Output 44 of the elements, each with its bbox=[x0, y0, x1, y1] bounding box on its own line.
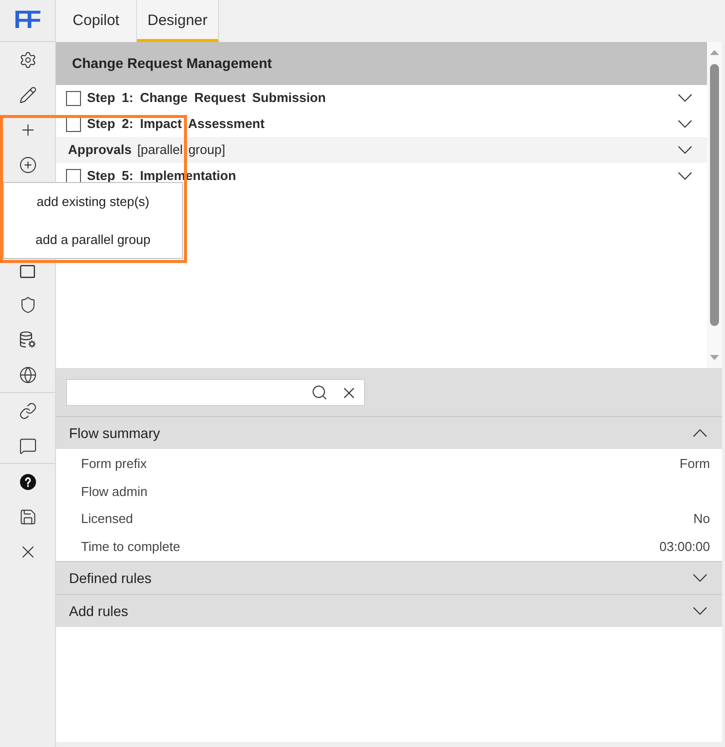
chevron-down-icon[interactable] bbox=[678, 120, 692, 128]
tab[interactable]: Copilot bbox=[56, 0, 137, 42]
section-title: Flow summary bbox=[69, 424, 160, 443]
help-icon[interactable] bbox=[20, 474, 36, 490]
pencil-icon[interactable] bbox=[18, 86, 36, 104]
property-label: Flow admin bbox=[81, 482, 148, 500]
save-icon[interactable] bbox=[18, 508, 36, 526]
menu-item[interactable]: add a parallel group bbox=[4, 220, 182, 258]
property-value: 03:00:00 bbox=[659, 538, 710, 556]
settings-icon[interactable] bbox=[18, 50, 36, 68]
search-field[interactable] bbox=[66, 379, 365, 406]
step-label[interactable]: Step 1: Change Request Submission bbox=[87, 88, 326, 108]
scrollbar[interactable] bbox=[707, 42, 722, 368]
plus-circle-icon[interactable] bbox=[18, 156, 36, 174]
app-logo: FF bbox=[14, 8, 40, 33]
chevron-down-icon[interactable] bbox=[693, 574, 707, 582]
chevron-down-icon[interactable] bbox=[678, 146, 692, 154]
property-label: Licensed bbox=[81, 510, 134, 528]
property-label: Time to complete bbox=[81, 538, 180, 556]
rectangle-icon[interactable] bbox=[20, 264, 35, 278]
chevron-up-icon[interactable] bbox=[693, 429, 707, 437]
tab[interactable]: Designer bbox=[137, 0, 219, 42]
speech-bubble-icon[interactable] bbox=[18, 436, 36, 454]
database-gear-icon[interactable] bbox=[18, 330, 36, 348]
property-label: Form prefix bbox=[81, 455, 147, 473]
section-title: Defined rules bbox=[69, 568, 152, 588]
section-title: Add rules bbox=[69, 602, 128, 620]
property-value: Form bbox=[680, 455, 710, 473]
shield-icon[interactable] bbox=[18, 296, 36, 314]
checkbox[interactable] bbox=[66, 168, 81, 184]
chevron-down-icon[interactable] bbox=[678, 94, 692, 102]
chevron-down-icon[interactable] bbox=[678, 172, 692, 180]
property-value: No bbox=[693, 510, 710, 528]
menu-item[interactable]: add existing step(s) bbox=[4, 183, 182, 220]
chevron-down-icon[interactable] bbox=[693, 607, 707, 615]
group-row[interactable]: Approvals [parallel group] bbox=[56, 137, 707, 163]
step-label[interactable]: Step 2: Impact Assessment bbox=[87, 114, 265, 134]
search-icon[interactable] bbox=[311, 384, 328, 401]
group-label: Approvals [parallel group] bbox=[68, 141, 226, 160]
flow-title: Change Request Management bbox=[72, 54, 272, 73]
link-icon[interactable] bbox=[18, 402, 36, 420]
globe-icon[interactable] bbox=[18, 366, 36, 384]
checkbox[interactable] bbox=[66, 90, 81, 106]
scrollbar-thumb[interactable] bbox=[710, 64, 719, 326]
